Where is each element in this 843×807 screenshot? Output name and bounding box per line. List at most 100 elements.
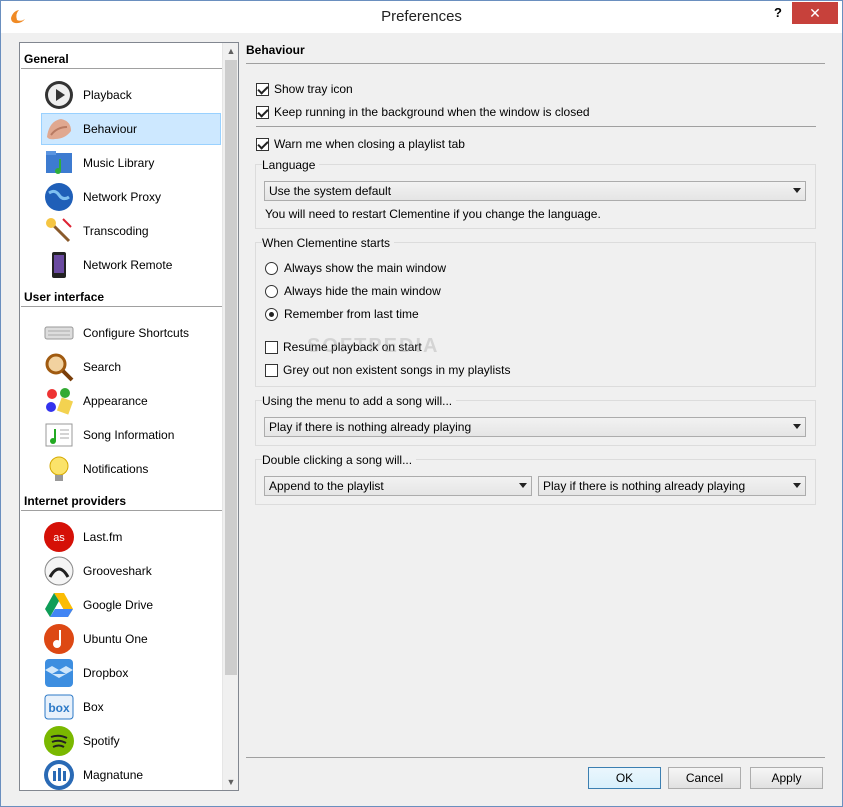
sidebar-item-grooveshark[interactable]: Grooveshark xyxy=(42,555,222,587)
sidebar-item-appearance[interactable]: Appearance xyxy=(42,385,222,417)
radio-circle[interactable] xyxy=(265,307,278,321)
palette-icon xyxy=(46,388,74,415)
google-drive-icon xyxy=(45,593,73,617)
keep-running-checkbox[interactable]: Keep running in the background when the … xyxy=(256,104,590,120)
sidebar-item-label: Transcoding xyxy=(83,224,149,238)
sidebar-item-label: Spotify xyxy=(83,734,120,748)
checkbox-label: Grey out non existent songs in my playli… xyxy=(283,363,511,377)
song-info-icon xyxy=(45,423,73,447)
sidebar-item-network-remote[interactable]: Network Remote xyxy=(42,249,222,281)
sidebar-item-label: Notifications xyxy=(83,462,149,476)
sidebar-item-notifications[interactable]: Notifications xyxy=(42,453,222,485)
remember-last-time-radio[interactable]: Remember from last time xyxy=(265,306,419,322)
section-header-user-interface: User interface xyxy=(24,290,105,304)
ubuntu-one-icon xyxy=(44,624,74,654)
checkbox-label: Warn me when closing a playlist tab xyxy=(274,137,465,151)
double-click-play-value: Play if there is nothing already playing xyxy=(543,479,746,493)
checkbox-box[interactable] xyxy=(256,105,269,119)
always-hide-radio[interactable]: Always hide the main window xyxy=(265,283,441,299)
keyboard-icon xyxy=(44,326,74,340)
window-title: Preferences xyxy=(381,8,462,25)
checkbox-box[interactable] xyxy=(256,137,269,151)
grey-out-songs-checkbox[interactable]: Grey out non existent songs in my playli… xyxy=(265,362,510,378)
help-button[interactable]: ? xyxy=(771,5,785,23)
behaviour-icon xyxy=(47,119,71,140)
sidebar-item-configure-shortcuts[interactable]: Configure Shortcuts xyxy=(42,317,222,349)
svg-text:box: box xyxy=(48,701,70,715)
sidebar-item-network-proxy[interactable]: Network Proxy xyxy=(42,181,222,213)
sidebar-item-label: Box xyxy=(83,700,104,714)
sidebar-item-transcoding[interactable]: Transcoding xyxy=(42,215,222,247)
sidebar-item-spotify[interactable]: Spotify xyxy=(42,725,222,757)
sidebar-item-lastfm[interactable]: as Last.fm xyxy=(42,521,222,553)
apply-button[interactable]: Apply xyxy=(750,767,823,789)
sidebar-item-label: Network Proxy xyxy=(83,190,162,204)
remote-phone-icon xyxy=(52,252,66,278)
sidebar-item-label: Music Library xyxy=(83,156,155,170)
sidebar-item-dropbox[interactable]: Dropbox xyxy=(42,657,222,689)
ok-button[interactable]: OK xyxy=(588,767,661,789)
section-divider xyxy=(21,306,223,307)
radio-circle[interactable] xyxy=(265,261,278,275)
sidebar-scrollbar[interactable]: ▲ ▼ xyxy=(222,43,238,790)
section-header-internet-providers: Internet providers xyxy=(24,494,127,508)
double-click-action-select[interactable]: Append to the playlist xyxy=(264,476,532,496)
title-divider xyxy=(246,63,825,64)
always-show-radio[interactable]: Always show the main window xyxy=(265,260,446,276)
warn-closing-playlist-checkbox[interactable]: Warn me when closing a playlist tab xyxy=(256,136,465,152)
chevron-down-icon xyxy=(793,483,801,488)
sidebar-item-label: Ubuntu One xyxy=(83,632,148,646)
scroll-up-arrow-icon[interactable]: ▲ xyxy=(223,43,238,59)
sidebar-item-label: Appearance xyxy=(83,394,148,408)
sidebar-item-search[interactable]: Search xyxy=(42,351,222,383)
menu-add-group-title: Using the menu to add a song will... xyxy=(262,394,457,408)
sidebar-item-label: Grooveshark xyxy=(83,564,152,578)
sidebar-item-google-drive[interactable]: Google Drive xyxy=(42,589,222,621)
double-click-action-value: Append to the playlist xyxy=(269,479,384,493)
close-button[interactable]: ✕ xyxy=(792,2,838,24)
sidebar-item-label: Configure Shortcuts xyxy=(83,326,190,340)
preferences-sidebar: General Playback Behaviour Music Library… xyxy=(19,42,239,791)
globe-icon xyxy=(45,183,73,211)
checkbox-box[interactable] xyxy=(265,363,278,377)
show-tray-icon-checkbox[interactable]: Show tray icon xyxy=(256,81,353,97)
magnatune-icon xyxy=(44,760,74,790)
radio-label: Always show the main window xyxy=(284,261,447,275)
preferences-window: Preferences ? ✕ General Playback Behavio… xyxy=(0,0,843,807)
search-icon xyxy=(45,353,74,382)
sidebar-item-label: Dropbox xyxy=(83,666,129,680)
sidebar-item-song-information[interactable]: Song Information xyxy=(42,419,222,451)
checkbox-box[interactable] xyxy=(256,82,269,96)
language-group-title: Language xyxy=(262,158,320,172)
box-icon: box xyxy=(44,694,74,720)
double-click-play-select[interactable]: Play if there is nothing already playing xyxy=(538,476,806,496)
radio-circle[interactable] xyxy=(265,284,278,298)
language-select[interactable]: Use the system default xyxy=(264,181,806,201)
sidebar-item-ubuntu-one[interactable]: Ubuntu One xyxy=(42,623,222,655)
checkbox-box[interactable] xyxy=(265,340,278,354)
menu-add-select[interactable]: Play if there is nothing already playing xyxy=(264,417,806,437)
checkbox-label: Keep running in the background when the … xyxy=(274,105,590,119)
scroll-down-arrow-icon[interactable]: ▼ xyxy=(223,774,238,790)
double-click-group-title: Double clicking a song will... xyxy=(262,453,417,467)
menu-add-select-value: Play if there is nothing already playing xyxy=(269,420,472,434)
cancel-button[interactable]: Cancel xyxy=(668,767,741,789)
page-title: Behaviour xyxy=(246,43,305,57)
transcoding-icon xyxy=(46,218,72,243)
section-divider xyxy=(21,68,223,69)
footer-divider xyxy=(246,757,825,758)
scroll-thumb[interactable] xyxy=(225,60,237,675)
sidebar-item-magnatune[interactable]: Magnatune xyxy=(42,759,222,790)
watermark: SOFTPEDIA xyxy=(307,335,440,357)
startup-group-title: When Clementine starts xyxy=(262,236,395,250)
sidebar-item-behaviour[interactable]: Behaviour xyxy=(41,113,221,145)
chevron-down-icon xyxy=(793,188,801,193)
spotify-icon xyxy=(44,726,74,756)
checkbox-label: Show tray icon xyxy=(274,82,353,96)
sidebar-item-playback[interactable]: Playback xyxy=(42,79,222,111)
title-bar: Preferences ? ✕ xyxy=(1,1,842,33)
radio-label: Remember from last time xyxy=(284,307,419,321)
sidebar-item-box[interactable]: box Box xyxy=(42,691,222,723)
sidebar-item-music-library[interactable]: Music Library xyxy=(42,147,222,179)
section-header-general: General xyxy=(24,52,69,66)
